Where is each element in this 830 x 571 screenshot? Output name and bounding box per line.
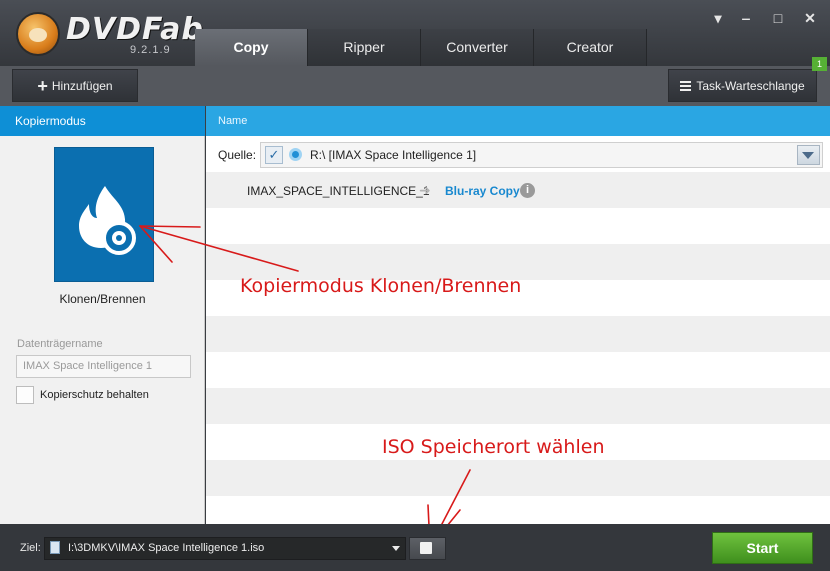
start-button[interactable]: Start: [712, 532, 813, 564]
main-tabs: Copy Ripper Converter Creator: [195, 29, 647, 66]
iso-file-icon: [50, 541, 60, 554]
list-icon: [680, 80, 692, 91]
tab-converter[interactable]: Converter: [421, 29, 534, 66]
brand-name: DVDFab: [66, 12, 204, 47]
maximize-icon[interactable]: □: [768, 10, 788, 26]
plus-icon: +: [37, 75, 48, 96]
task-queue-button[interactable]: Task-Warteschlange: [668, 69, 817, 102]
flame-disc-icon: [79, 186, 136, 255]
version-label: 9.2.1.9: [130, 44, 171, 56]
target-dropdown-icon[interactable]: [392, 546, 400, 551]
dvdfab-logo: [16, 12, 60, 56]
list-row: [206, 316, 830, 352]
chevron-down-icon: [802, 152, 814, 159]
add-button-label: Hinzufügen: [51, 78, 113, 93]
queue-count-badge: 1: [812, 57, 827, 71]
folder-icon: [420, 542, 432, 554]
list-row: [206, 460, 830, 496]
title-name: IMAX_SPACE_INTELLIGENCE_1: [247, 184, 430, 198]
annotation-iso-location: ISO Speicherort wählen: [382, 436, 605, 458]
keep-protection-checkbox[interactable]: [16, 386, 34, 404]
target-label: Ziel:: [20, 542, 41, 554]
task-queue-label: Task-Warteschlange: [696, 78, 805, 93]
list-row: [206, 388, 830, 424]
target-path-value: I:\3DMKV\IMAX Space Intelligence 1.iso: [68, 542, 265, 554]
close-icon[interactable]: ✕: [800, 10, 820, 27]
keep-protection-label: Kopierschutz behalten: [40, 389, 149, 401]
disc-name-field[interactable]: IMAX Space Intelligence 1: [16, 355, 191, 378]
name-column-header[interactable]: Name: [206, 106, 830, 136]
source-checkbox[interactable]: ✓: [265, 146, 283, 164]
annotation-copy-mode: Kopiermodus Klonen/Brennen: [240, 275, 522, 297]
logo-face: [29, 28, 47, 42]
tab-creator[interactable]: Creator: [534, 29, 647, 66]
disc-name-label: Datenträgername: [17, 338, 103, 350]
tab-ripper[interactable]: Ripper: [308, 29, 421, 66]
minimize-icon[interactable]: ‒: [736, 10, 756, 26]
copy-mode-header: Kopiermodus: [0, 106, 205, 136]
menu-dropdown-icon[interactable]: ▾: [708, 10, 728, 27]
copy-mode-link[interactable]: Blu-ray Copy: [445, 184, 520, 198]
mode-label: Klonen/Brennen: [59, 292, 146, 306]
bluray-disc-icon: [289, 148, 302, 161]
source-label: Quelle:: [218, 148, 257, 162]
info-icon[interactable]: i: [520, 183, 535, 198]
add-button[interactable]: + Hinzufügen: [12, 69, 138, 102]
source-value: R:\ [IMAX Space Intelligence 1]: [310, 148, 477, 162]
tab-copy[interactable]: Copy: [195, 29, 308, 66]
clone-burn-mode-tile[interactable]: [54, 147, 154, 282]
arrow-right-icon: ➜: [419, 182, 431, 198]
